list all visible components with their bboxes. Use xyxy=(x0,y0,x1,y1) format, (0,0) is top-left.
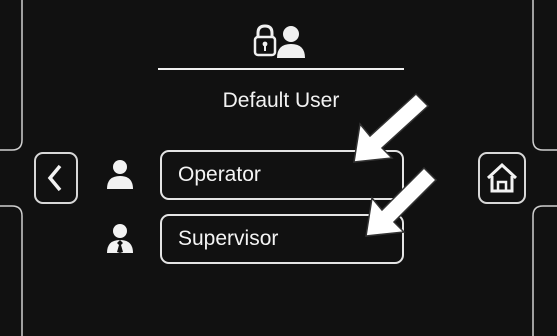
current-user-label: Default User xyxy=(222,89,340,112)
operator-button[interactable]: Operator xyxy=(160,150,404,200)
user-tie-icon xyxy=(107,224,133,253)
supervisor-button[interactable]: Supervisor xyxy=(160,214,404,264)
home-button[interactable] xyxy=(478,152,526,204)
home-icon xyxy=(486,162,518,193)
lock-user-icon xyxy=(253,24,305,58)
user-icon xyxy=(107,160,133,189)
header-divider xyxy=(158,68,404,70)
chevron-left-icon xyxy=(47,164,62,192)
back-button[interactable] xyxy=(34,152,78,204)
user-select-screen: Default User Operator Supervisor xyxy=(0,0,557,336)
